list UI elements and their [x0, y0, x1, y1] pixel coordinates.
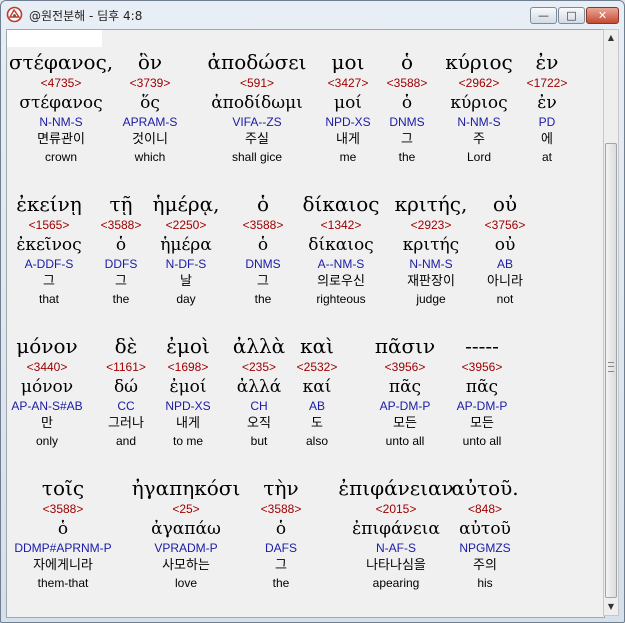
scroll-up-icon[interactable]: ▲	[604, 30, 618, 46]
blank-field	[7, 30, 102, 47]
korean-gloss: 주의	[473, 558, 497, 573]
english-gloss: not	[496, 292, 514, 306]
close-icon: ✕	[597, 9, 608, 22]
greek-word: τὴν	[263, 476, 299, 500]
maximize-icon: □	[566, 9, 577, 22]
greek-word: οὐ	[492, 192, 518, 216]
strongs-number: <1722>	[526, 76, 568, 90]
app-icon	[6, 6, 23, 23]
strongs-number: <848>	[467, 502, 503, 516]
parsing-code: NPGMZS	[459, 541, 511, 555]
word-column[interactable]: ἐν <1722> ἐν PD 에 at	[482, 50, 604, 165]
scroll-down-icon[interactable]: ▼	[604, 599, 618, 615]
scroll-thumb[interactable]	[605, 143, 617, 598]
close-button[interactable]: ✕	[586, 7, 619, 24]
english-gloss: the	[272, 576, 290, 590]
parsing-code: DAFS	[264, 541, 297, 555]
greek-word: -----	[465, 334, 499, 358]
english-gloss: them-that	[37, 576, 89, 590]
greek-word: τοῖς	[41, 476, 85, 500]
korean-gloss: 아니라	[487, 274, 523, 289]
grip-icon	[608, 362, 614, 372]
strongs-number: <3756>	[484, 218, 526, 232]
window-title: @원전분해 - 딤후 4:8	[29, 9, 143, 23]
strongs-number: <3956>	[461, 360, 503, 374]
parsing-code: AP-DM-P	[456, 399, 508, 413]
word-column[interactable]: οὐ <3756> οὐ AB 아니라 not	[440, 192, 570, 307]
title-bar[interactable]: @원전분해 - 딤후 4:8 — □ ✕	[1, 1, 624, 29]
korean-gloss: 자에게니라	[33, 558, 93, 573]
window: @원전분해 - 딤후 4:8 — □ ✕ στέφανος, <4735> στέφ…	[0, 0, 625, 623]
interlinear-panel: στέφανος, <4735> στέφανος N-NM-S 면류관이 crown ὃν…	[6, 29, 605, 618]
strongs-number: <3588>	[260, 502, 302, 516]
greek-word: ἐν	[535, 50, 559, 74]
lemma: ἐν	[537, 93, 557, 113]
word-column[interactable]: ----- <3956> πᾶς AP-DM-P 모든 unto all	[417, 334, 547, 449]
minimize-icon: —	[538, 9, 549, 22]
lemma: οὐ	[494, 235, 516, 255]
word-column[interactable]: τοῖς <3588> ὁ DDMP#APRNM-P 자에게니라 them-that	[7, 476, 128, 591]
english-gloss: at	[541, 150, 552, 164]
korean-gloss: 그	[275, 558, 287, 573]
word-column[interactable]: τὴν <3588> ὁ DAFS 그 the	[216, 476, 346, 591]
korean-gloss: 에	[541, 132, 553, 147]
strongs-number: <3588>	[42, 502, 84, 516]
english-gloss: unto all	[462, 434, 502, 448]
parsing-code: PD	[538, 115, 556, 129]
word-column[interactable]: αὐτοῦ. <848> αὐτοῦ NPGMZS 주의 his	[420, 476, 550, 591]
greek-word: αὐτοῦ.	[451, 476, 519, 500]
lemma: ὁ	[275, 519, 287, 539]
lemma: ὁ	[57, 519, 69, 539]
parsing-code: DDMP#APRNM-P	[14, 541, 112, 555]
maximize-button[interactable]: □	[558, 7, 585, 24]
lemma: αὐτοῦ	[459, 519, 511, 539]
lemma: πᾶς	[465, 377, 499, 397]
parsing-code: AB	[496, 257, 513, 271]
minimize-button[interactable]: —	[530, 7, 557, 24]
vertical-scrollbar[interactable]: ▲ ▼	[603, 29, 619, 616]
english-gloss: his	[477, 576, 493, 590]
korean-gloss: 모든	[470, 416, 494, 431]
